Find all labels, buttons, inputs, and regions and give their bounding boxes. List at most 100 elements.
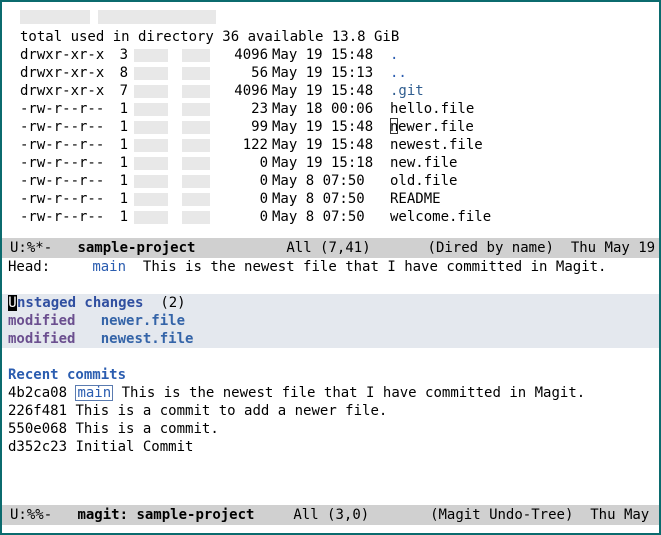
commit-msg: This is a commit. (75, 421, 218, 437)
modeline-flags: U:%%- (10, 507, 52, 523)
date: May 18 00:06 (272, 100, 390, 118)
unstaged-file-row[interactable]: modified newer.file (2, 312, 659, 330)
file-name[interactable]: new.file (390, 155, 457, 171)
date: May 19 15:48 (272, 46, 390, 64)
branch-badge: main (75, 385, 113, 401)
emacs-frame: total used in directory 36 available 13.… (0, 0, 661, 535)
perm: -rw-r--r-- (20, 136, 110, 154)
commit-row[interactable]: 226f481 This is a commit to add a newer … (2, 402, 659, 420)
date: May 19 15:48 (272, 118, 390, 136)
file-name[interactable]: newer.file (390, 119, 474, 135)
modeline-flags: U:%*- (10, 240, 52, 256)
link-count: 1 (110, 190, 128, 208)
magit-status-buffer[interactable]: Head: main This is the newest file that … (2, 258, 659, 456)
link-count: 3 (110, 46, 128, 64)
file[interactable]: newer.file (101, 313, 185, 329)
perm: -rw-r--r-- (20, 172, 110, 190)
dired-buffer[interactable]: total used in directory 36 available 13.… (2, 2, 659, 226)
file-name[interactable]: newest.file (390, 137, 483, 153)
unstaged-count: (2) (160, 295, 185, 311)
dired-row[interactable]: -rw-r--r--1 0 May 8 07:50 README (2, 190, 659, 208)
magit-head-line: Head: main This is the newest file that … (2, 258, 659, 276)
magit-head-branch: main (92, 259, 126, 275)
commit-row[interactable]: 550e068 This is a commit. (2, 420, 659, 438)
dired-row[interactable]: drwxr-xr-x7 4096 May 19 15:48 .git (2, 82, 659, 100)
dir-link[interactable]: .. (390, 65, 407, 81)
link-count: 1 (110, 172, 128, 190)
size: 4096 (220, 46, 268, 64)
file[interactable]: newest.file (101, 331, 194, 347)
link-count: 8 (110, 64, 128, 82)
perm: -rw-r--r-- (20, 190, 110, 208)
date: May 8 07:50 (272, 208, 390, 226)
modeline-position: All (7,41) (286, 240, 370, 256)
size: 0 (220, 172, 268, 190)
blank-line (2, 276, 659, 294)
perm: drwxr-xr-x (20, 46, 110, 64)
date: May 8 07:50 (272, 172, 390, 190)
file-name[interactable]: hello.file (390, 101, 474, 117)
link-count: 1 (110, 118, 128, 136)
file-name[interactable]: README (390, 191, 441, 207)
size: 99 (220, 118, 268, 136)
dired-row[interactable]: drwxr-xr-x3 4096 May 19 15:48 . (2, 46, 659, 64)
size: 4096 (220, 82, 268, 100)
perm: -rw-r--r-- (20, 118, 110, 136)
link-count: 1 (110, 136, 128, 154)
modeline-clock: Thu May 19 15 (571, 240, 659, 256)
dired-row[interactable]: -rw-r--r--1 0 May 8 07:50 old.file (2, 172, 659, 190)
dired-summary: total used in directory 36 available 13.… (2, 28, 659, 46)
perm: drwxr-xr-x (20, 82, 110, 100)
dired-row[interactable]: -rw-r--r--1 122 May 19 15:48 newest.file (2, 136, 659, 154)
dired-path-line (2, 8, 659, 26)
commit-msg: Initial Commit (75, 439, 193, 455)
dired-row[interactable]: -rw-r--r--1 23 May 18 00:06 hello.file (2, 100, 659, 118)
dir-link[interactable]: .git (390, 83, 424, 99)
date: May 8 07:50 (272, 190, 390, 208)
modeline-dired: U:%*- sample-project All (7,41) (Dired b… (2, 238, 659, 258)
unstaged-file-row[interactable]: modified newest.file (2, 330, 659, 348)
commit-msg: This is the newest file that I have comm… (122, 385, 586, 401)
dired-row[interactable]: -rw-r--r--1 99 May 19 15:48 newer.file (2, 118, 659, 136)
magit-unstaged-header[interactable]: Unstaged changes (2) (2, 294, 659, 312)
file-name[interactable]: old.file (390, 173, 457, 189)
block-cursor: U (8, 295, 17, 311)
date: May 19 15:48 (272, 82, 390, 100)
commit-sha: 226f481 (8, 403, 67, 419)
status-label: modified (8, 313, 75, 329)
blank-line-2 (2, 348, 659, 366)
modeline-magit: U:%%- magit: sample-project All (3,0) (M… (2, 505, 659, 525)
size: 56 (220, 64, 268, 82)
dir-link[interactable]: . (390, 47, 398, 63)
dired-row[interactable]: -rw-r--r--1 0 May 8 07:50 welcome.file (2, 208, 659, 226)
link-count: 1 (110, 100, 128, 118)
modeline-clock: Thu May (590, 507, 649, 523)
perm: -rw-r--r-- (20, 154, 110, 172)
date: May 19 15:13 (272, 64, 390, 82)
commit-sha: 4b2ca08 (8, 385, 67, 401)
modeline-mode: (Magit Undo-Tree) (430, 507, 573, 523)
magit-recent-header[interactable]: Recent commits (2, 366, 659, 384)
modeline-buffer-name: magit: sample-project (77, 507, 254, 523)
commit-row[interactable]: 4b2ca08 main This is the newest file tha… (2, 384, 659, 402)
file-name[interactable]: welcome.file (390, 209, 491, 225)
dired-row[interactable]: drwxr-xr-x8 56 May 19 15:13 .. (2, 64, 659, 82)
status-label: modified (8, 331, 75, 347)
link-count: 7 (110, 82, 128, 100)
modeline-position: All (3,0) (293, 507, 369, 523)
modeline-buffer-name: sample-project (77, 240, 195, 256)
size: 0 (220, 190, 268, 208)
link-count: 1 (110, 154, 128, 172)
size: 122 (220, 136, 268, 154)
commit-row[interactable]: d352c23 Initial Commit (2, 438, 659, 456)
perm: drwxr-xr-x (20, 64, 110, 82)
unstaged-label: nstaged changes (17, 295, 143, 311)
magit-head-msg: This is the newest file that I have comm… (143, 259, 607, 275)
perm: -rw-r--r-- (20, 208, 110, 226)
commit-sha: 550e068 (8, 421, 67, 437)
size: 23 (220, 100, 268, 118)
size: 0 (220, 154, 268, 172)
commit-sha: d352c23 (8, 439, 67, 455)
perm: -rw-r--r-- (20, 100, 110, 118)
dired-row[interactable]: -rw-r--r--1 0 May 19 15:18 new.file (2, 154, 659, 172)
